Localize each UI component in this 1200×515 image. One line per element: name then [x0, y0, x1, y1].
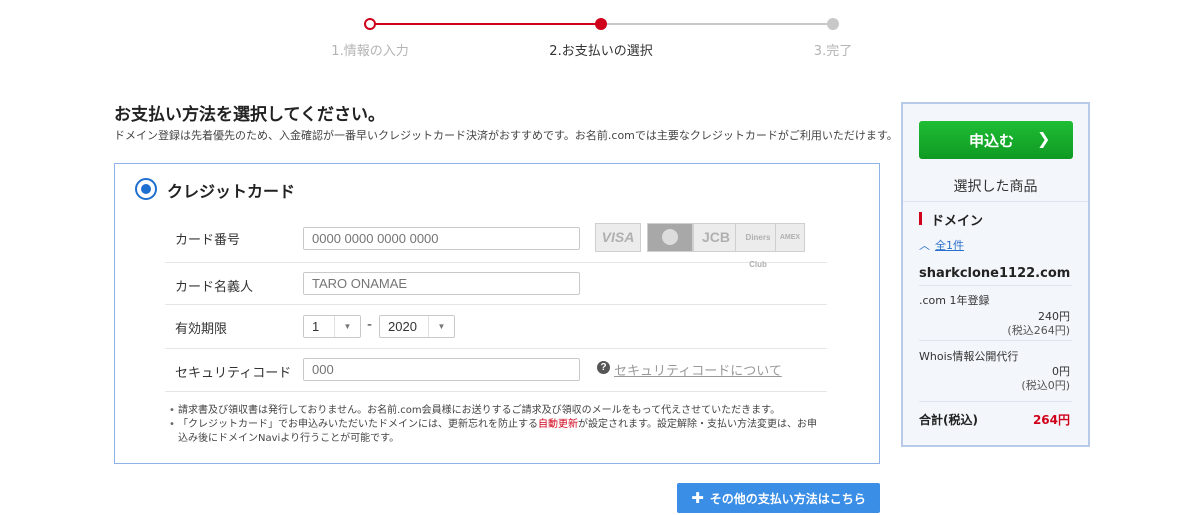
card-holder-row: カード名義人: [165, 263, 827, 305]
question-circle-icon: ?: [597, 361, 610, 374]
other-payment-methods-button[interactable]: ✚ その他の支払い方法はこちら: [677, 483, 880, 513]
step-3-label: 3.完了: [813, 44, 853, 59]
divider: [919, 340, 1072, 341]
plus-icon: ✚: [691, 488, 704, 507]
stepper-line-pending: [601, 23, 833, 25]
expiry-month-select[interactable]: 1 ▼: [303, 315, 361, 338]
domain-section-header: ドメイン: [919, 210, 983, 229]
expiry-separator: -: [367, 317, 373, 333]
mastercard-logo-icon: [647, 223, 693, 252]
step-3-dot: [827, 18, 839, 30]
apply-button-label: 申込む: [969, 132, 1015, 150]
selected-products-title: 選択した商品: [953, 179, 1038, 195]
security-code-label: セキュリティコード: [175, 366, 292, 381]
divider: [919, 401, 1072, 402]
note-auto-renewal-pre: 「クレジットカード」でお申込みいただいたドメインには、更新忘れを防止する: [178, 419, 538, 430]
expiry-year-select[interactable]: 2020 ▼: [379, 315, 455, 338]
step-2-dot: [595, 18, 607, 30]
auto-renewal-highlight: 自動更新: [538, 419, 578, 430]
note-invoice: 請求書及び領収書は発行しておりません。お名前.com会員様にお送りするご請求及び…: [169, 404, 819, 418]
apply-button[interactable]: 申込む ❯: [919, 121, 1073, 159]
stepper-line-completed: [373, 23, 601, 25]
item-price-tax: (税込264円): [1007, 324, 1070, 337]
page-description: ドメイン登録は先着優先のため、入金確認が一番早いクレジットカード決済がおすすめで…: [114, 129, 898, 142]
step-2-label: 2.お支払いの選択: [549, 44, 653, 59]
chevron-up-icon: ︿: [919, 239, 930, 252]
divider: [903, 201, 1088, 202]
card-number-input[interactable]: [303, 227, 580, 250]
step-1-dot: [364, 18, 376, 30]
security-code-help-link[interactable]: セキュリティコードについて: [614, 360, 782, 379]
jcb-logo-icon: JCB: [693, 223, 739, 252]
order-summary-panel: 申込む ❯ 選択した商品 ドメイン ︿ 全1件 sharkclone1122.co…: [901, 102, 1090, 447]
security-code-row: セキュリティコード ? セキュリティコードについて: [165, 349, 827, 392]
page-title: お支払い方法を選択してください。: [114, 105, 385, 125]
progress-stepper: 1.情報の入力 2.お支払いの選択 3.完了: [0, 0, 1200, 70]
security-code-input[interactable]: [303, 358, 580, 381]
item-label: Whois情報公開代行: [919, 350, 1019, 363]
credit-card-title[interactable]: クレジットカード: [167, 178, 295, 202]
chevron-down-icon: ▼: [428, 316, 454, 337]
collapse-toggle-label: 全1件: [935, 239, 964, 252]
item-price-tax: (税込0円): [1021, 379, 1070, 392]
selected-domain-name: sharkclone1122.com: [919, 266, 1071, 281]
expiry-row: 有効期限 1 ▼ - 2020 ▼: [165, 305, 827, 349]
credit-card-panel: クレジットカード カード番号 VISA JCB Diners Club AMEX…: [114, 163, 880, 464]
card-holder-input[interactable]: [303, 272, 580, 295]
total-value: 264円: [1032, 413, 1070, 427]
card-number-label: カード番号: [175, 233, 241, 248]
item-label: .com 1年登録: [919, 294, 990, 307]
step-1-label: 1.情報の入力: [331, 44, 409, 59]
divider: [919, 285, 1072, 286]
note-auto-renewal: 「クレジットカード」でお申込みいただいたドメインには、更新忘れを防止する自動更新…: [169, 418, 819, 446]
other-payment-methods-label: その他の支払い方法はこちら: [709, 491, 866, 506]
visa-logo-icon: VISA: [595, 223, 641, 252]
collapse-toggle[interactable]: ︿ 全1件: [919, 237, 964, 253]
card-number-row: カード番号 VISA JCB Diners Club AMEX: [165, 216, 827, 269]
credit-card-radio[interactable]: [135, 178, 157, 200]
expiry-year-value: 2020: [388, 319, 417, 334]
total-label: 合計(税込): [919, 413, 978, 427]
chevron-right-icon: ❯: [1037, 129, 1051, 148]
expiry-month-value: 1: [312, 319, 320, 334]
expiry-label: 有効期限: [175, 322, 228, 337]
card-holder-label: カード名義人: [175, 280, 254, 295]
payment-notes: 請求書及び領収書は発行しておりません。お名前.com会員様にお送りするご請求及び…: [169, 404, 819, 446]
chevron-down-icon: ▼: [334, 316, 360, 337]
amex-logo-icon: AMEX: [775, 223, 805, 252]
